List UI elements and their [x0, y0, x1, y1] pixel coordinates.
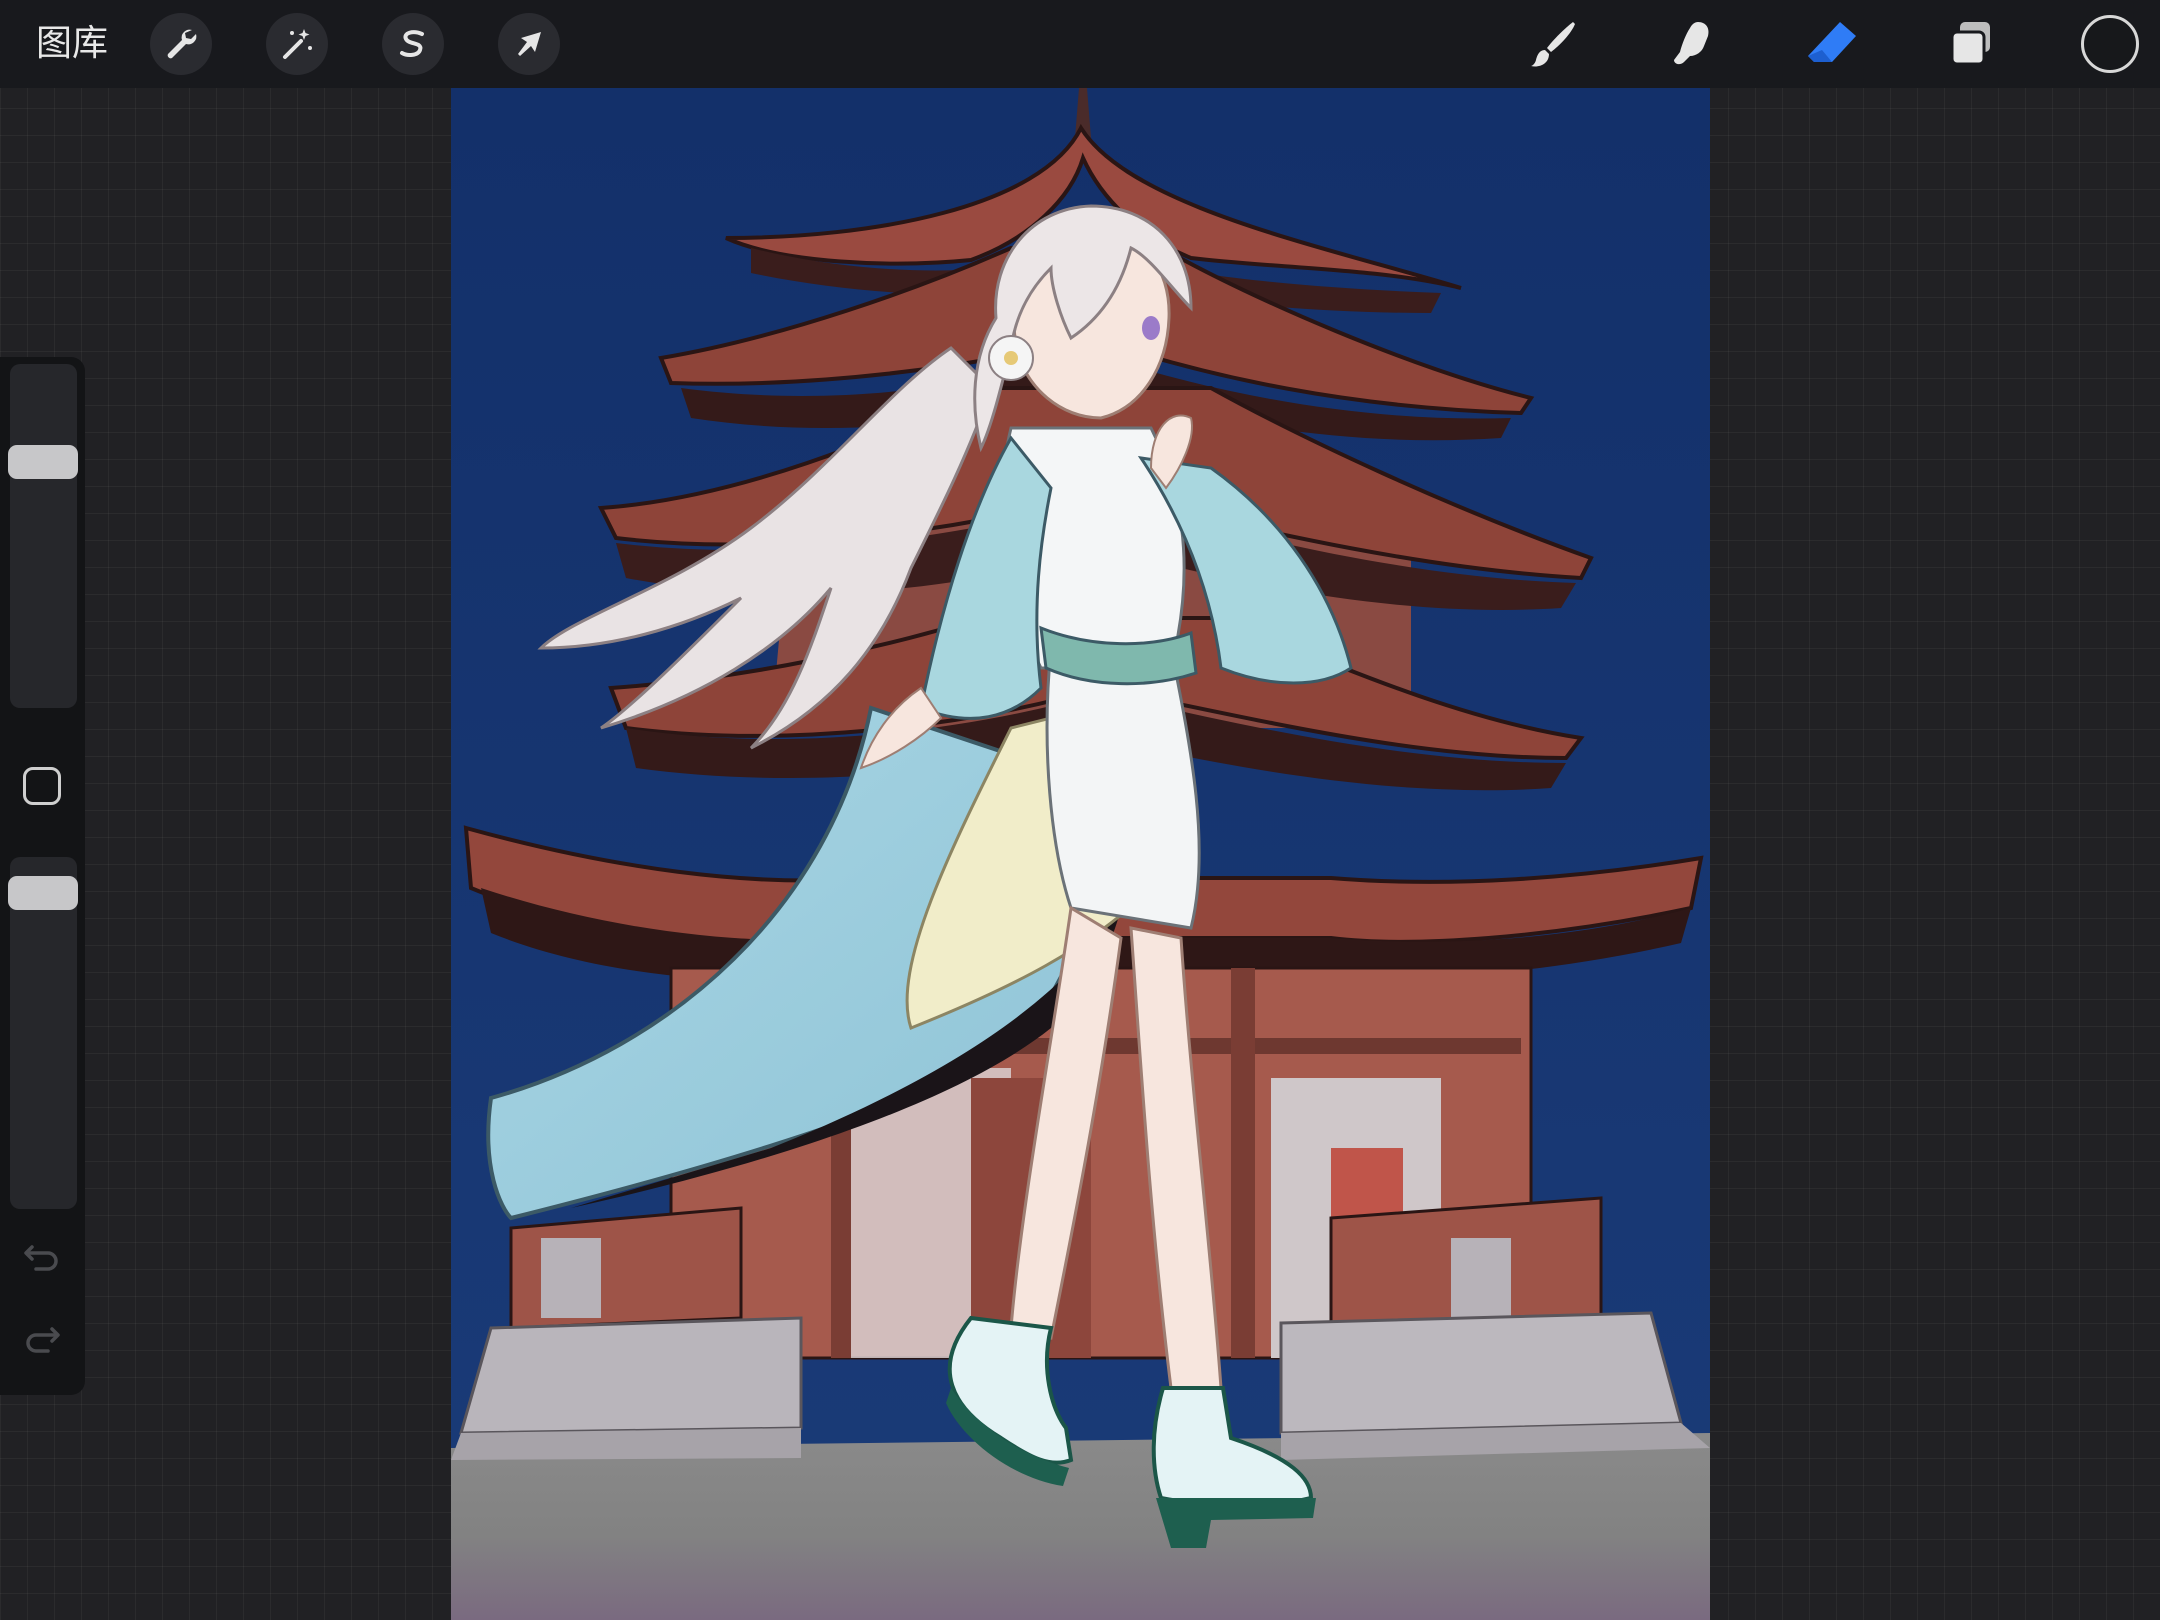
adjustments-button[interactable] — [266, 13, 328, 75]
eraser-tool-button[interactable] — [1800, 16, 1864, 72]
ground — [451, 1433, 1710, 1620]
smudge-finger-icon — [1674, 22, 1709, 65]
selection-s-icon — [400, 30, 424, 57]
brush-tool-button[interactable] — [1521, 16, 1585, 72]
undo-icon — [24, 1245, 58, 1271]
gallery-button[interactable]: 图库 — [36, 20, 108, 68]
color-picker-button[interactable] — [2081, 15, 2139, 73]
brush-icon — [1531, 22, 1575, 67]
eraser-icon — [1808, 22, 1856, 62]
undo-button[interactable] — [22, 1237, 62, 1277]
artwork-illustration — [451, 88, 1710, 1620]
brush-size-thumb[interactable] — [8, 445, 78, 479]
layers-button[interactable] — [1940, 16, 2004, 72]
top-toolbar: 图库 — [0, 0, 2160, 88]
arrow-cursor-icon — [518, 32, 541, 56]
transform-button[interactable] — [498, 13, 560, 75]
drawing-canvas[interactable] — [451, 88, 1710, 1620]
left-sidebar — [0, 357, 85, 1395]
brush-size-slider[interactable] — [8, 364, 78, 708]
redo-icon — [26, 1327, 60, 1353]
opacity-slider[interactable] — [8, 857, 78, 1209]
smudge-tool-button[interactable] — [1660, 16, 1724, 72]
procreate-app: 图库 — [0, 0, 2160, 1620]
wrench-icon — [167, 29, 197, 59]
redo-button[interactable] — [22, 1319, 62, 1359]
layers-icon — [1950, 22, 1990, 66]
selection-button[interactable] — [382, 13, 444, 75]
modify-button[interactable] — [23, 767, 61, 805]
actions-button[interactable] — [150, 13, 212, 75]
opacity-thumb[interactable] — [8, 876, 78, 910]
magic-wand-icon — [283, 29, 312, 59]
